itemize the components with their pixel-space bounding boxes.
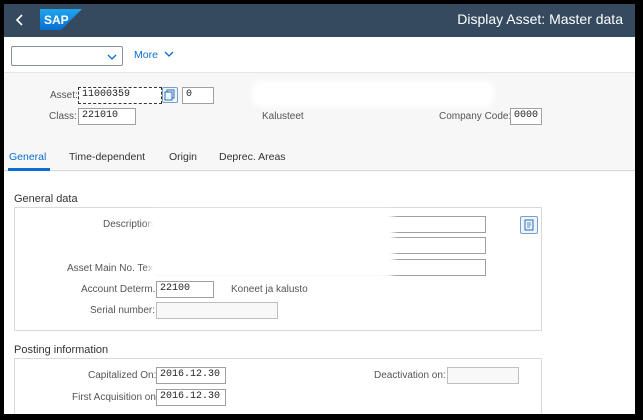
- serial-number-field: [156, 302, 278, 319]
- tab-bar: General Time-dependent Origin Deprec. Ar…: [4, 143, 635, 171]
- tab-deprec-areas[interactable]: Deprec. Areas: [219, 151, 286, 163]
- company-code-label: Company Code:: [439, 111, 512, 122]
- general-data-group: Description Asset Main No. Tex Account D…: [14, 207, 542, 331]
- sap-logo-text: SAP: [44, 13, 69, 27]
- page-title: Display Asset: Master data: [457, 11, 623, 27]
- more-button[interactable]: More: [134, 49, 174, 61]
- first-acquisition-label: First Acquisition on:: [72, 392, 159, 403]
- serial-number-label: Serial number:: [90, 305, 156, 316]
- variant-dropdown[interactable]: [11, 46, 123, 66]
- chevron-down-icon: [164, 51, 174, 57]
- redacted-description: [149, 210, 394, 280]
- asset-subnumber-field[interactable]: 0: [182, 87, 214, 104]
- chevron-left-icon: [15, 14, 23, 26]
- company-code-field: 0000: [510, 108, 542, 125]
- tab-origin[interactable]: Origin: [169, 151, 197, 163]
- sap-logo: SAP: [40, 9, 82, 30]
- copy-icon: [164, 89, 175, 101]
- class-description: Kalusteet: [262, 111, 304, 122]
- copy-button[interactable]: [162, 87, 178, 103]
- more-label: More: [134, 49, 158, 61]
- asset-header: Asset: 11000359 0 Class: 221010 Kalustee…: [4, 73, 635, 143]
- chevron-down-icon: [107, 54, 117, 60]
- app-window: SAP Display Asset: Master data More Asse…: [4, 4, 635, 414]
- tab-general[interactable]: General: [9, 151, 46, 163]
- document-icon: [524, 219, 534, 231]
- deactivation-on-label: Deactivation on:: [374, 370, 446, 381]
- general-data-title: General data: [14, 193, 78, 205]
- capitalized-on-field: 2016.12.30: [156, 367, 226, 384]
- account-determ-field: 22100: [156, 281, 214, 298]
- tab-content: General data Description Asset Main No. …: [4, 172, 635, 414]
- first-acquisition-field: 2016.12.30: [156, 389, 226, 406]
- account-determ-label: Account Determ.:: [81, 284, 159, 295]
- class-field: 221010: [78, 108, 136, 125]
- tab-time-dependent[interactable]: Time-dependent: [69, 151, 145, 163]
- description-label: Description: [103, 219, 154, 230]
- toolbar: More: [4, 37, 635, 73]
- account-determ-description: Koneet ja kalusto: [231, 284, 308, 295]
- deactivation-on-field: [447, 367, 519, 384]
- redacted-description: [252, 81, 494, 107]
- back-button[interactable]: [12, 12, 28, 28]
- asset-number-field[interactable]: 11000359: [78, 87, 162, 104]
- posting-info-group: Capitalized On: 2016.12.30 Deactivation …: [14, 358, 542, 414]
- shell-bar: SAP Display Asset: Master data: [4, 4, 635, 37]
- posting-info-title: Posting information: [14, 344, 109, 356]
- asset-label: Asset:: [50, 90, 78, 101]
- main-no-text-label: Asset Main No. Tex: [67, 263, 153, 274]
- long-text-button[interactable]: [520, 216, 538, 234]
- active-tab-indicator: [8, 168, 50, 171]
- class-label: Class:: [49, 111, 77, 122]
- capitalized-on-label: Capitalized On:: [88, 370, 157, 381]
